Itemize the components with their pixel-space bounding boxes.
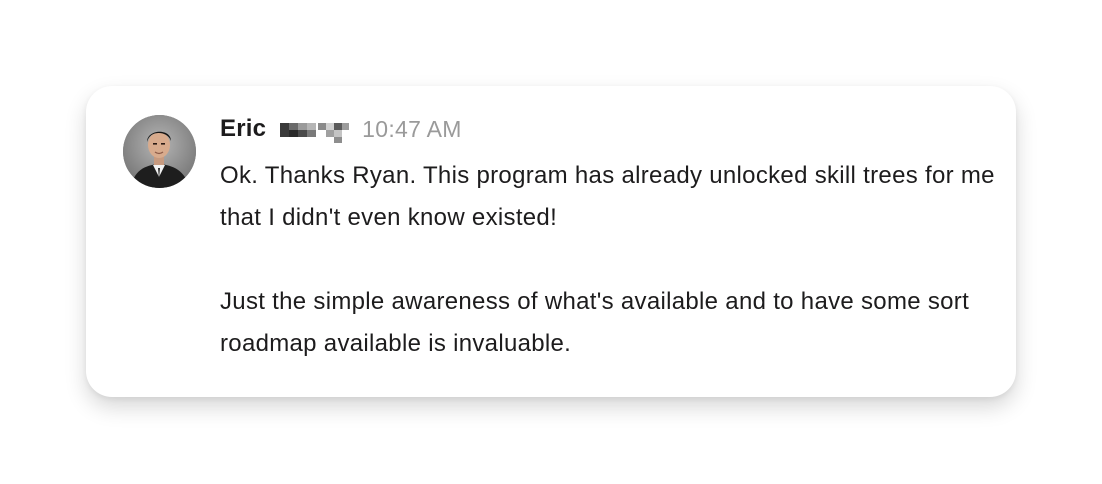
message-timestamp[interactable]: 10:47 AM (362, 116, 462, 143)
redacted-surname-icon (280, 115, 350, 143)
message-paragraph-1: Ok. Thanks Ryan. This program has alread… (220, 162, 995, 231)
page-background: Eric 10:47 AM Ok. Thanks Ryan. This prog… (0, 0, 1102, 484)
avatar-photo-icon (123, 115, 196, 188)
message-header: Eric 10:47 AM (220, 112, 1000, 146)
message-card: Eric 10:47 AM Ok. Thanks Ryan. This prog… (86, 86, 1016, 397)
message-body: Eric 10:47 AM Ok. Thanks Ryan. This prog… (220, 112, 1000, 365)
sender-avatar[interactable] (123, 115, 196, 188)
message-text: Ok. Thanks Ryan. This program has alread… (220, 155, 1000, 365)
message-paragraph-2: Just the simple awareness of what's avai… (220, 288, 970, 357)
sender-name[interactable]: Eric (220, 115, 266, 143)
